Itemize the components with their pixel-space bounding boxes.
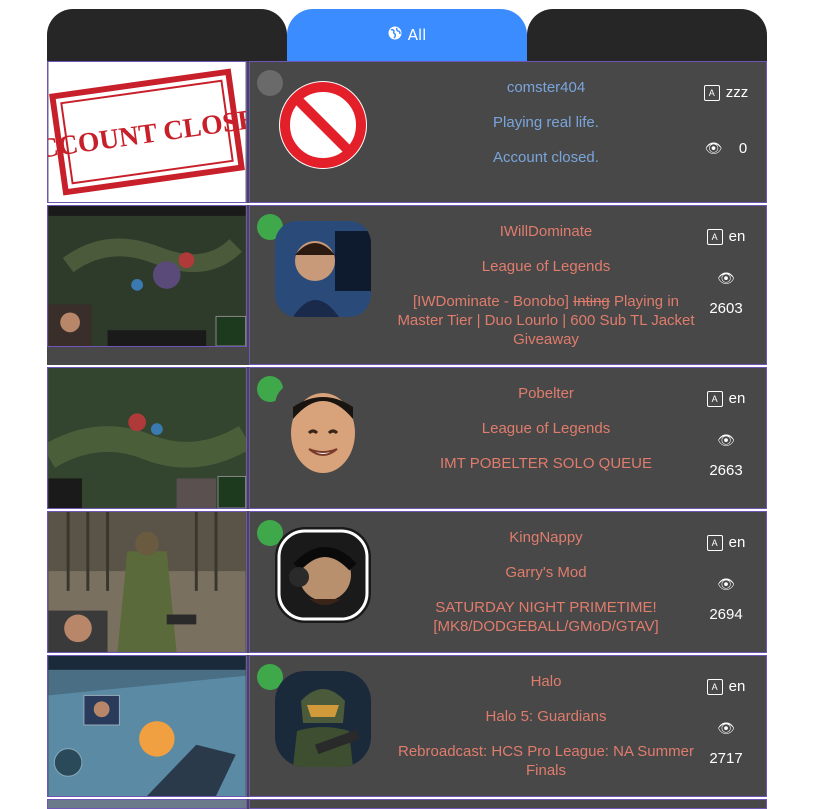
stream-title: Account closed. [493, 149, 599, 166]
stream-card[interactable]: Pobelter League of Legends IMT POBELTER … [249, 367, 767, 509]
game-name: Halo 5: Guardians [485, 708, 607, 725]
language: Aen [686, 678, 766, 696]
eye-icon: 👁 [717, 432, 735, 448]
tab-offline[interactable] [527, 9, 767, 61]
viewer-count: 2663 [709, 462, 743, 479]
stream-thumbnail[interactable] [47, 205, 247, 347]
title-strikethrough: Inting [573, 293, 610, 310]
stream-card[interactable]: IWillDominate League of Legends [IWDomin… [249, 205, 767, 365]
stream-row[interactable]: ACCOUNT CLOSED comster404 Playing real l… [47, 61, 767, 203]
stream-thumbnail[interactable] [47, 367, 247, 509]
stream-row[interactable]: KingNappy Garry's Mod SATURDAY NIGHT PRI… [47, 511, 767, 653]
language-code: zzz [725, 84, 749, 101]
halo-gameplay-thumbnail [48, 656, 246, 796]
avatar [275, 671, 371, 767]
channel-name[interactable]: Pobelter [396, 384, 696, 403]
avatar [275, 383, 371, 479]
account-closed-stamp: ACCOUNT CLOSED [48, 62, 246, 202]
language: Aen [686, 228, 766, 246]
tab-online[interactable] [47, 9, 287, 61]
channel-name[interactable]: IWillDominate [396, 222, 696, 241]
stream-meta: Aen 👁 2717 [686, 656, 766, 798]
language: Aen [686, 390, 766, 408]
translate-icon: A [703, 85, 720, 102]
channel-name[interactable]: Halo [396, 672, 696, 691]
eye-icon: 👁 [717, 720, 735, 736]
viewer-count: 2694 [709, 606, 743, 623]
language-code: en [728, 534, 746, 551]
tab-all[interactable]: All [287, 9, 527, 61]
streamer-photo [275, 383, 371, 479]
stream-title: SATURDAY NIGHT PRIMETIME! [MK8/DODGEBALL… [433, 599, 659, 635]
translate-icon: A [706, 535, 723, 552]
stream-thumbnail[interactable] [47, 511, 247, 653]
stream-card[interactable]: comster404 Playing real life. Account cl… [249, 61, 767, 203]
language-code: en [728, 678, 746, 695]
stream-meta: Aen 👁 2663 [686, 368, 766, 510]
stream-card[interactable]: Halo Halo 5: Guardians Rebroadcast: HCS … [249, 655, 767, 797]
eye-icon: 👁 [717, 270, 735, 286]
stream-row[interactable]: Pobelter League of Legends IMT POBELTER … [47, 367, 767, 509]
game-name: League of Legends [481, 258, 611, 275]
prohibited-icon [279, 81, 367, 169]
globe-icon [388, 26, 402, 44]
stream-card[interactable]: KingNappy Garry's Mod SATURDAY NIGHT PRI… [249, 511, 767, 653]
status-dot [257, 70, 283, 96]
language: Azzz [686, 84, 766, 102]
league-gameplay-thumbnail [48, 206, 246, 346]
game-name: Garry's Mod [505, 564, 587, 581]
garrys-mod-thumbnail [48, 512, 246, 652]
league-gameplay-thumbnail [48, 368, 246, 508]
eye-icon: 👁 [717, 576, 735, 592]
stream-row[interactable]: Halo Halo 5: Guardians Rebroadcast: HCS … [47, 655, 767, 797]
master-chief-photo [275, 671, 371, 767]
language-code: en [728, 390, 746, 407]
tab-label: All [407, 26, 427, 44]
game-name: Playing real life. [493, 114, 599, 131]
stream-thumbnail[interactable] [47, 655, 247, 797]
language: Aen [686, 534, 766, 552]
channel-name[interactable]: KingNappy [396, 528, 696, 547]
stream-title: IMT POBELTER SOLO QUEUE [440, 455, 652, 472]
game-name: League of Legends [481, 420, 611, 437]
stream-thumbnail[interactable]: ACCOUNT CLOSED [47, 61, 247, 203]
stream-thumbnail[interactable] [47, 799, 247, 809]
stream-card[interactable] [249, 799, 767, 809]
avatar [275, 221, 371, 317]
viewer-count: 0 [738, 140, 748, 157]
streamer-photo [275, 221, 371, 317]
channel-name[interactable]: comster404 [396, 78, 696, 97]
stream-meta: Aen 👁 2603 [686, 206, 766, 348]
stream-meta: Aen 👁 2694 [686, 512, 766, 654]
language-code: en [728, 228, 746, 245]
avatar [275, 527, 371, 623]
streamer-photo [275, 527, 371, 623]
stream-title: Rebroadcast: HCS Pro League: NA Summer F… [398, 743, 694, 779]
stream-row[interactable]: IWillDominate League of Legends [IWDomin… [47, 205, 767, 365]
viewer-count: 2603 [709, 300, 743, 317]
stream-meta: Azzz 👁 0 [686, 62, 766, 204]
title-part: [IWDominate - Bonobo] [413, 293, 574, 310]
viewer-count: 2717 [709, 750, 743, 767]
translate-icon: A [706, 229, 723, 246]
filter-tabs: All [47, 9, 767, 61]
stream-title: [IWDominate - Bonobo] Inting Playing in … [396, 292, 696, 349]
translate-icon: A [706, 391, 723, 408]
avatar [275, 77, 371, 173]
stream-row[interactable] [47, 799, 767, 809]
translate-icon: A [706, 679, 723, 696]
